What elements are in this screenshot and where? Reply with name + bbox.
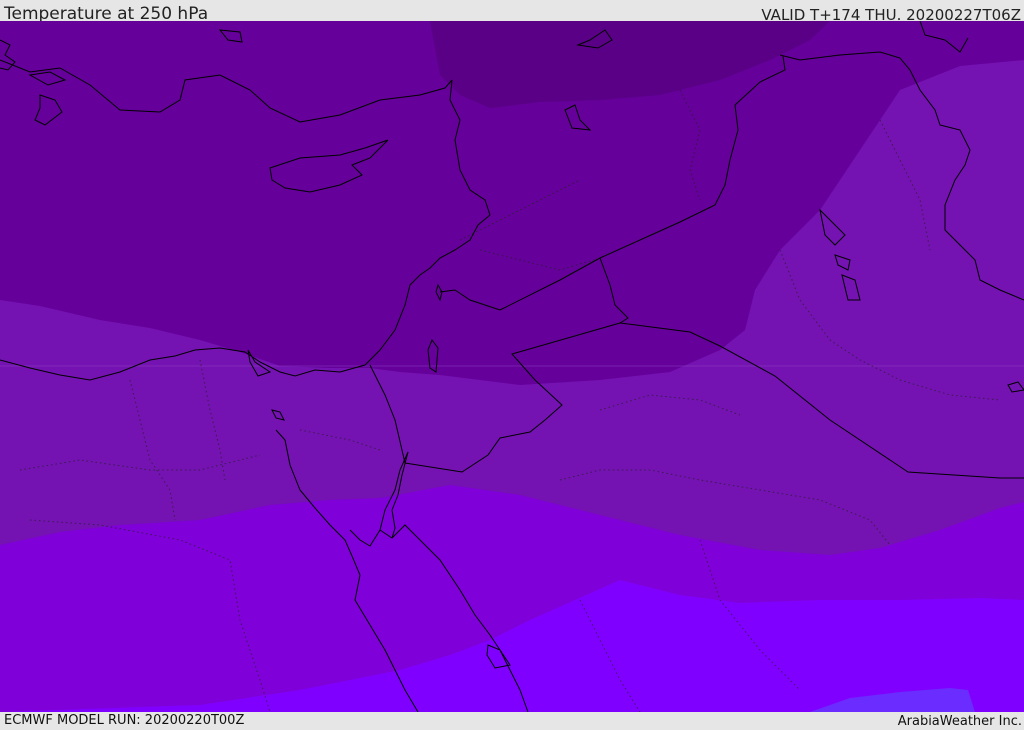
weather-map[interactable] [0,21,1024,712]
credit-text: ArabiaWeather Inc. [897,714,1022,729]
header-bar: Temperature at 250 hPa VALID T+174 THU. … [0,0,1024,24]
model-run: ECMWF MODEL RUN: 20200220T00Z [4,713,245,728]
map-canvas [0,21,1024,712]
footer-bar: ECMWF MODEL RUN: 20200220T00Z ArabiaWeat… [0,712,1024,729]
